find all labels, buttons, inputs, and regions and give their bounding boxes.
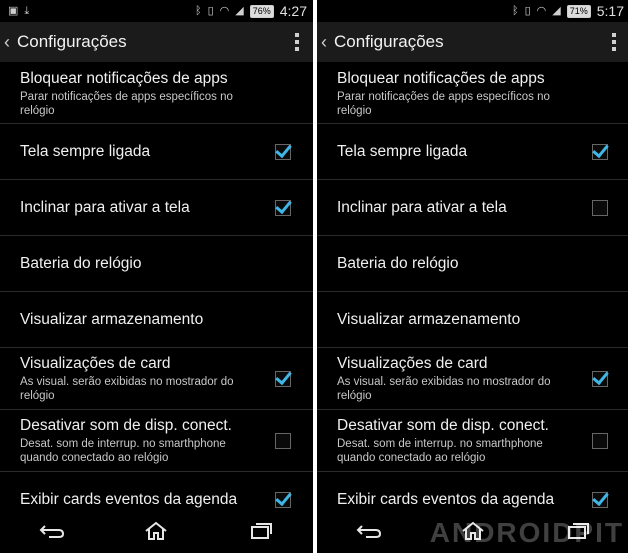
settings-row-block-notifications[interactable]: Bloquear notificações de apps Parar noti…: [317, 62, 628, 124]
row-subtitle: Parar notificações de apps específicos n…: [337, 91, 550, 117]
row-title: Bateria do relógio: [337, 254, 459, 272]
action-bar: ‹ Configurações: [317, 22, 628, 62]
row-title: Inclinar para ativar a tela: [20, 198, 190, 216]
checkbox[interactable]: [592, 492, 608, 508]
signal-icon: ◢: [235, 4, 244, 17]
vibrate-icon: ▯: [207, 4, 214, 17]
settings-row-card-previews[interactable]: Visualizações de card As visual. serão e…: [0, 348, 313, 410]
back-icon[interactable]: [349, 516, 389, 546]
checkbox[interactable]: [592, 199, 608, 216]
row-title: Visualizações de card: [20, 354, 171, 372]
row-subtitle: Desat. som de interrup. no smarthphone q…: [20, 437, 226, 464]
overflow-menu-button[interactable]: [608, 29, 620, 55]
up-button[interactable]: ‹ Configurações: [4, 32, 127, 53]
checkbox[interactable]: [592, 143, 608, 160]
home-icon[interactable]: [136, 516, 176, 546]
row-title: Exibir cards eventos da agenda: [20, 491, 238, 508]
chevron-left-icon: ‹: [4, 31, 10, 52]
checkbox[interactable]: [275, 143, 291, 160]
phone-screen-right: ᛒ ▯ ◠ ◢ 71% 5:17 ‹ Configurações Bloquea…: [317, 0, 628, 553]
status-time: 4:27: [279, 3, 307, 19]
download-icon: ⤓: [24, 4, 30, 17]
signal-icon: ◢: [552, 4, 561, 17]
row-title: Visualizar armazenamento: [20, 310, 204, 328]
settings-row-screen-always-on[interactable]: Tela sempre ligada: [0, 124, 313, 180]
checkbox[interactable]: [275, 492, 291, 508]
row-title: Desativar som de disp. conect.: [20, 416, 232, 434]
vibrate-icon: ▯: [524, 4, 531, 17]
battery-icon: 71%: [566, 4, 591, 18]
checkbox[interactable]: [275, 370, 291, 387]
nav-bar: [0, 509, 313, 553]
checkbox[interactable]: [592, 370, 608, 387]
battery-icon: 76%: [249, 4, 274, 18]
settings-row-tilt-to-wake[interactable]: Inclinar para ativar a tela: [0, 180, 313, 236]
row-title: Bloquear notificações de apps: [20, 70, 228, 87]
row-title: Bloquear notificações de apps: [337, 70, 545, 87]
wifi-icon: ◠: [219, 4, 230, 17]
page-title: Configurações: [17, 32, 127, 51]
settings-list: Bloquear notificações de apps Parar noti…: [317, 62, 628, 528]
chevron-left-icon: ‹: [321, 31, 327, 52]
bluetooth-icon: ᛒ: [194, 4, 202, 17]
settings-row-tilt-to-wake[interactable]: Inclinar para ativar a tela: [317, 180, 628, 236]
status-bar: ▣ ⤓ ᛒ ▯ ◠ ◢ 76% 4:27: [0, 0, 313, 22]
bluetooth-icon: ᛒ: [511, 4, 519, 17]
row-subtitle: As visual. serão exibidas no mostrador d…: [20, 375, 234, 402]
page-title: Configurações: [334, 32, 444, 51]
action-bar: ‹ Configurações: [0, 22, 313, 62]
settings-row-watch-battery[interactable]: Bateria do relógio: [317, 236, 628, 292]
row-subtitle: Desat. som de interrup. no smarthphone q…: [337, 437, 543, 464]
status-bar: ᛒ ▯ ◠ ◢ 71% 5:17: [317, 0, 628, 22]
row-subtitle: Parar notificações de apps específicos n…: [20, 91, 233, 117]
checkbox[interactable]: [275, 432, 291, 449]
row-title: Desativar som de disp. conect.: [337, 416, 549, 434]
status-time: 5:17: [596, 3, 624, 19]
checkbox[interactable]: [592, 432, 608, 449]
settings-row-view-storage[interactable]: Visualizar armazenamento: [317, 292, 628, 348]
recents-icon[interactable]: [241, 516, 281, 546]
settings-row-view-storage[interactable]: Visualizar armazenamento: [0, 292, 313, 348]
up-button[interactable]: ‹ Configurações: [321, 32, 444, 53]
watermark-logo: ANDROIDPIT: [429, 517, 624, 548]
settings-row-mute-connected-device[interactable]: Desativar som de disp. conect. Desat. so…: [317, 410, 628, 472]
row-title: Tela sempre ligada: [20, 142, 151, 160]
phone-screen-left: ▣ ⤓ ᛒ ▯ ◠ ◢ 76% 4:27 ‹ Configurações Blo…: [0, 0, 313, 553]
row-title: Visualizar armazenamento: [337, 310, 521, 328]
settings-row-screen-always-on[interactable]: Tela sempre ligada: [317, 124, 628, 180]
checkbox[interactable]: [275, 199, 291, 216]
row-title: Inclinar para ativar a tela: [337, 198, 507, 216]
overflow-menu-button[interactable]: [291, 29, 303, 55]
settings-row-card-previews[interactable]: Visualizações de card As visual. serão e…: [317, 348, 628, 410]
row-title: Visualizações de card: [337, 354, 488, 372]
row-title: Bateria do relógio: [20, 254, 142, 272]
row-title: Tela sempre ligada: [337, 142, 468, 160]
settings-row-watch-battery[interactable]: Bateria do relógio: [0, 236, 313, 292]
wifi-icon: ◠: [536, 4, 547, 17]
image-icon: ▣: [8, 4, 19, 17]
settings-list: Bloquear notificações de apps Parar noti…: [0, 62, 313, 528]
row-subtitle: As visual. serão exibidas no mostrador d…: [337, 375, 551, 402]
settings-row-block-notifications[interactable]: Bloquear notificações de apps Parar noti…: [0, 62, 313, 124]
back-icon[interactable]: [32, 516, 72, 546]
row-title: Exibir cards eventos da agenda: [337, 491, 555, 508]
settings-row-mute-connected-device[interactable]: Desativar som de disp. conect. Desat. so…: [0, 410, 313, 472]
